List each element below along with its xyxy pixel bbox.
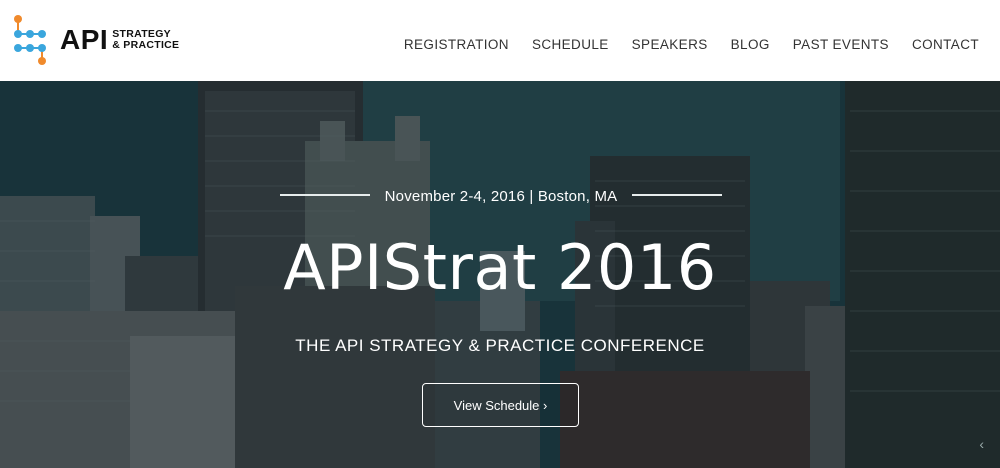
- chevron-left-icon[interactable]: ‹: [979, 436, 984, 452]
- hero-subtitle: THE API STRATEGY & PRACTICE CONFERENCE: [295, 336, 705, 355]
- event-date: November 2-4, 2016 | Boston, MA: [384, 187, 618, 205]
- hero-section: November 2-4, 2016 | Boston, MA APIStrat…: [0, 81, 1000, 468]
- view-schedule-label: View Schedule ›: [453, 397, 548, 413]
- event-date-row: November 2-4, 2016 | Boston, MA: [280, 186, 722, 206]
- nav-contact[interactable]: CONTACT: [912, 37, 979, 52]
- site-header: API STRATEGY & PRACTICE REGISTRATION SCH…: [0, 0, 1000, 81]
- logo-api-text: API: [60, 24, 109, 55]
- nav-registration[interactable]: REGISTRATION: [404, 37, 509, 52]
- nav-speakers[interactable]: SPEAKERS: [632, 37, 708, 52]
- nav-past-events[interactable]: PAST EVENTS: [793, 37, 889, 52]
- logo-mark-icon: [14, 15, 46, 65]
- logo-line-2: & PRACTICE: [112, 39, 180, 51]
- nav-blog[interactable]: BLOG: [731, 37, 770, 52]
- view-schedule-button[interactable]: View Schedule ›: [422, 383, 579, 427]
- site-logo[interactable]: API STRATEGY & PRACTICE: [10, 14, 179, 66]
- logo-subtitle: STRATEGY & PRACTICE: [112, 29, 179, 51]
- nav-schedule[interactable]: SCHEDULE: [532, 37, 609, 52]
- main-nav: REGISTRATION SCHEDULE SPEAKERS BLOG PAST…: [381, 37, 979, 52]
- hero-title: APIStrat 2016: [283, 231, 717, 304]
